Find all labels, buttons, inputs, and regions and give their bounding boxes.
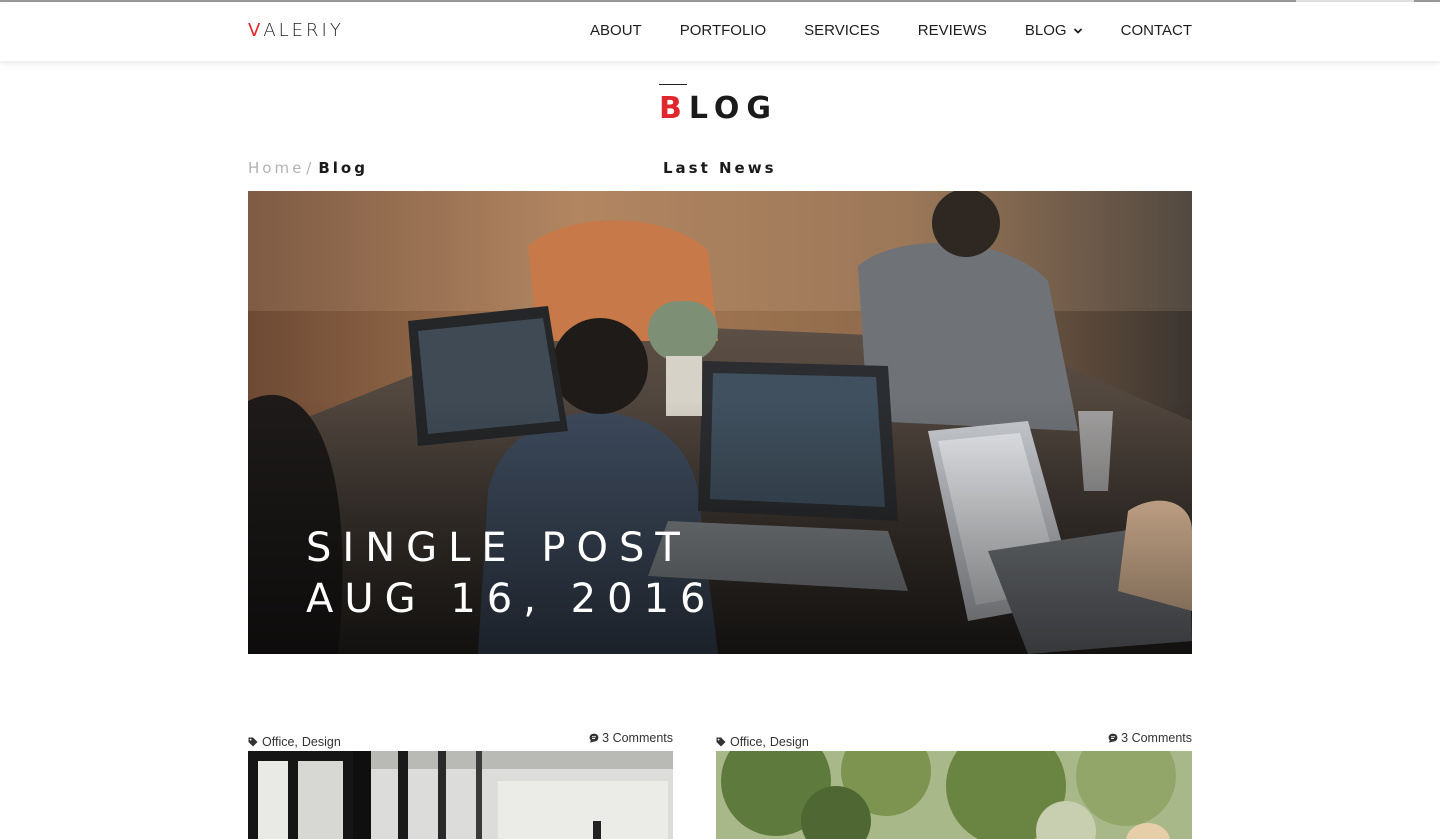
post-image-graphic — [716, 751, 1192, 839]
nav-services[interactable]: SERVICES — [804, 21, 880, 41]
post-card: Office, Design 3 Comments — [716, 730, 1192, 839]
main-nav: ABOUT PORTFOLIO SERVICES REVIEWS BLOG CO… — [590, 21, 1192, 41]
nav-reviews[interactable]: REVIEWS — [918, 21, 987, 41]
page-subtitle: Last News — [663, 159, 777, 177]
page-title: BLOG — [659, 90, 778, 128]
comment-icon — [1108, 733, 1118, 743]
post-card: Office, Design 3 Comments — [248, 730, 673, 839]
featured-post[interactable]: SINGLE POST AUG 16, 2016 — [248, 191, 1192, 654]
post-comments: 3 Comments — [589, 731, 673, 745]
nav-portfolio[interactable]: PORTFOLIO — [680, 21, 766, 41]
comments-link[interactable]: 3 Comments — [1121, 731, 1192, 745]
post-image[interactable] — [248, 751, 673, 839]
post-meta: Office, Design 3 Comments — [248, 730, 673, 749]
featured-post-title-line1: SINGLE POST — [306, 525, 691, 571]
post-meta: Office, Design 3 Comments — [716, 730, 1192, 749]
logo-first-letter: V — [248, 20, 264, 41]
post-image-graphic — [248, 751, 673, 839]
breadcrumb-current: Blog — [318, 159, 368, 177]
nav-blog-label: BLOG — [1024, 22, 1067, 39]
post-comments: 3 Comments — [1108, 731, 1192, 745]
chevron-down-icon — [1073, 28, 1082, 34]
page-title-rest: LOG — [688, 91, 779, 126]
breadcrumb: Home / Blog — [248, 158, 368, 178]
logo[interactable]: VALERIY — [248, 20, 344, 44]
tag-separator: , — [294, 735, 298, 749]
nav-about[interactable]: ABOUT — [590, 21, 642, 41]
tag-separator: , — [762, 735, 766, 749]
nav-blog[interactable]: BLOG — [1025, 21, 1083, 41]
tag-link-design[interactable]: Design — [770, 735, 809, 749]
tag-icon — [248, 737, 258, 747]
page-title-first-letter: B — [659, 91, 689, 126]
tag-icon — [716, 737, 726, 747]
tag-link-design[interactable]: Design — [302, 735, 341, 749]
post-tags: Office, Design — [248, 735, 341, 749]
logo-rest: ALERIY — [263, 20, 344, 41]
tag-link-office[interactable]: Office — [262, 735, 294, 749]
featured-post-title: SINGLE POST AUG 16, 2016 — [306, 523, 716, 625]
breadcrumb-separator: / — [306, 159, 315, 177]
comments-link[interactable]: 3 Comments — [602, 731, 673, 745]
nav-contact[interactable]: CONTACT — [1121, 21, 1192, 41]
title-accent-line — [659, 84, 687, 85]
tag-link-office[interactable]: Office — [730, 735, 762, 749]
comment-icon — [589, 733, 599, 743]
featured-post-date: AUG 16, 2016 — [306, 576, 717, 622]
post-image[interactable] — [716, 751, 1192, 839]
breadcrumb-home[interactable]: Home — [248, 159, 304, 177]
post-tags: Office, Design — [716, 735, 809, 749]
site-header: VALERIY ABOUT PORTFOLIO SERVICES REVIEWS… — [0, 2, 1440, 61]
